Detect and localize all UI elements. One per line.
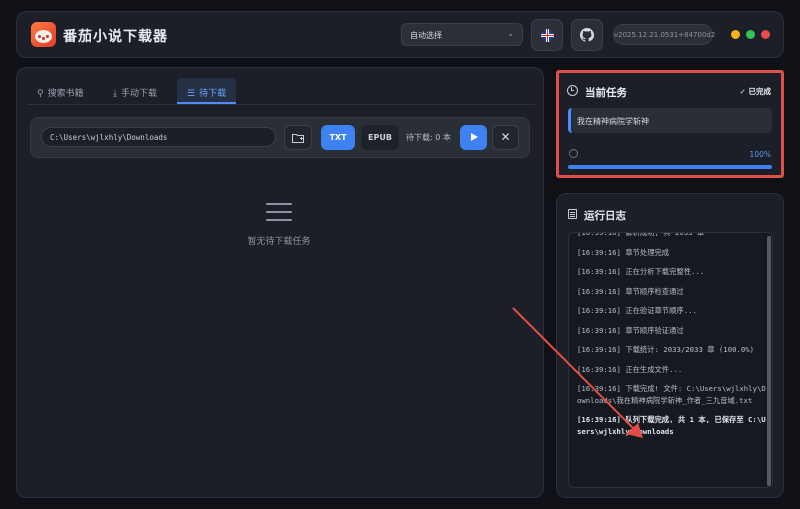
empty-list-icon [266, 203, 292, 223]
chevron-down-icon: ⌄ [507, 29, 514, 38]
github-button[interactable] [571, 19, 603, 51]
empty-state-text: 暂无待下载任务 [247, 237, 311, 247]
log-line: [16:39:16] 章节顺序验证通过 [577, 325, 684, 335]
progress-fill [568, 165, 772, 169]
window-dot-yellow[interactable] [731, 30, 740, 39]
log-scrollbar-thumb[interactable] [767, 236, 771, 486]
github-icon [580, 28, 594, 42]
queue-count: 待下载: 0 本 [406, 133, 451, 142]
log-line: [16:39:16] 章节顺序检查通过 [577, 286, 684, 296]
log-scrollbar[interactable] [767, 236, 771, 486]
tab-label: 待下载 [199, 89, 227, 99]
top-bar: 番茄小说下载器 自动选择 ⌄ v2025.12.21.0531+84700d2 [16, 11, 784, 58]
task-status: ✓ 已完成 [739, 87, 771, 96]
tab-search[interactable]: ⚲ 搜索书籍 [37, 78, 84, 104]
log-line: [16:39:16] 解析成功, 共 2033 章 [577, 232, 705, 237]
list-icon: ☰ [187, 89, 196, 99]
progress-bar [568, 165, 772, 169]
current-task-panel: 当前任务 ✓ 已完成 我在精神病院学斩神 100% [556, 70, 784, 178]
spinner-icon [569, 149, 578, 158]
tab-label: 搜索书籍 [47, 89, 84, 99]
log-panel: 运行日志 [16:39:16] 解析成功, 共 2033 章 [16:39:16]… [556, 193, 784, 498]
current-task-title: 当前任务 [585, 87, 627, 99]
log-line: [16:39:16] 章节处理完成 [577, 247, 670, 257]
log-output[interactable]: [16:39:16] 解析成功, 共 2033 章 [16:39:16] 章节处理… [568, 232, 773, 488]
uk-flag-icon [541, 29, 554, 42]
mode-select[interactable]: 自动选择 ⌄ [401, 23, 523, 46]
tab-label: 手动下载 [120, 89, 157, 99]
log-title: 运行日志 [584, 210, 626, 222]
app-logo-icon [31, 22, 56, 47]
task-book-title: 我在精神病院学斩神 [568, 108, 772, 133]
save-path-input[interactable] [41, 127, 276, 147]
main-panel: ⚲搜索书籍 ⤓手动下载 ☰待下载 TXT EPUB 待下载: 0 本 ✕ 暂无待… [16, 67, 544, 498]
folder-icon [292, 134, 304, 143]
progress-percent: 100% [749, 150, 771, 159]
start-download-button[interactable] [460, 125, 487, 150]
log-line: [16:39:16] 队列下载完成, 共 1 本, 已保存至 C:\Users\… [577, 415, 766, 436]
close-icon: ✕ [500, 130, 511, 144]
window-dot-red[interactable] [761, 30, 770, 39]
play-icon [471, 133, 478, 141]
check-icon: ✓ [739, 87, 746, 96]
tab-queue[interactable]: ☰ 待下载 [177, 78, 237, 104]
log-line: [16:39:16] 下载统计: 2033/2033 章 (100.0%) [577, 345, 755, 354]
tab-bar: ⚲ 搜索书籍 ⤓ 手动下载 ☰ 待下载 [27, 78, 535, 105]
format-txt-button[interactable]: TXT [321, 125, 355, 150]
window-dot-green[interactable] [746, 30, 755, 39]
clear-queue-button[interactable]: ✕ [492, 125, 519, 150]
tab-manual-download[interactable]: ⤓ 手动下载 [113, 78, 157, 104]
app-title: 番茄小说下载器 [63, 29, 168, 45]
log-line: [16:39:16] 正在生成文件... [577, 364, 683, 374]
download-icon: ⤓ [113, 89, 117, 99]
clock-icon [567, 85, 578, 96]
choose-folder-button[interactable] [284, 125, 312, 150]
log-line: [16:39:16] 下载完成! 文件: C:\Users\wjlxhly\Do… [577, 384, 766, 405]
log-line: [16:39:16] 正在分析下载完整性... [577, 267, 705, 276]
version-badge: v2025.12.21.0531+84700d2 [613, 24, 715, 45]
language-button[interactable] [531, 19, 563, 51]
log-icon [568, 209, 577, 219]
log-line: [16:39:16] 正在验证章节顺序... [577, 306, 697, 315]
search-icon: ⚲ [37, 89, 44, 99]
queue-toolbar: TXT EPUB 待下载: 0 本 ✕ [30, 117, 530, 158]
mode-select-value: 自动选择 [410, 31, 442, 40]
format-epub-button[interactable]: EPUB [361, 125, 399, 150]
